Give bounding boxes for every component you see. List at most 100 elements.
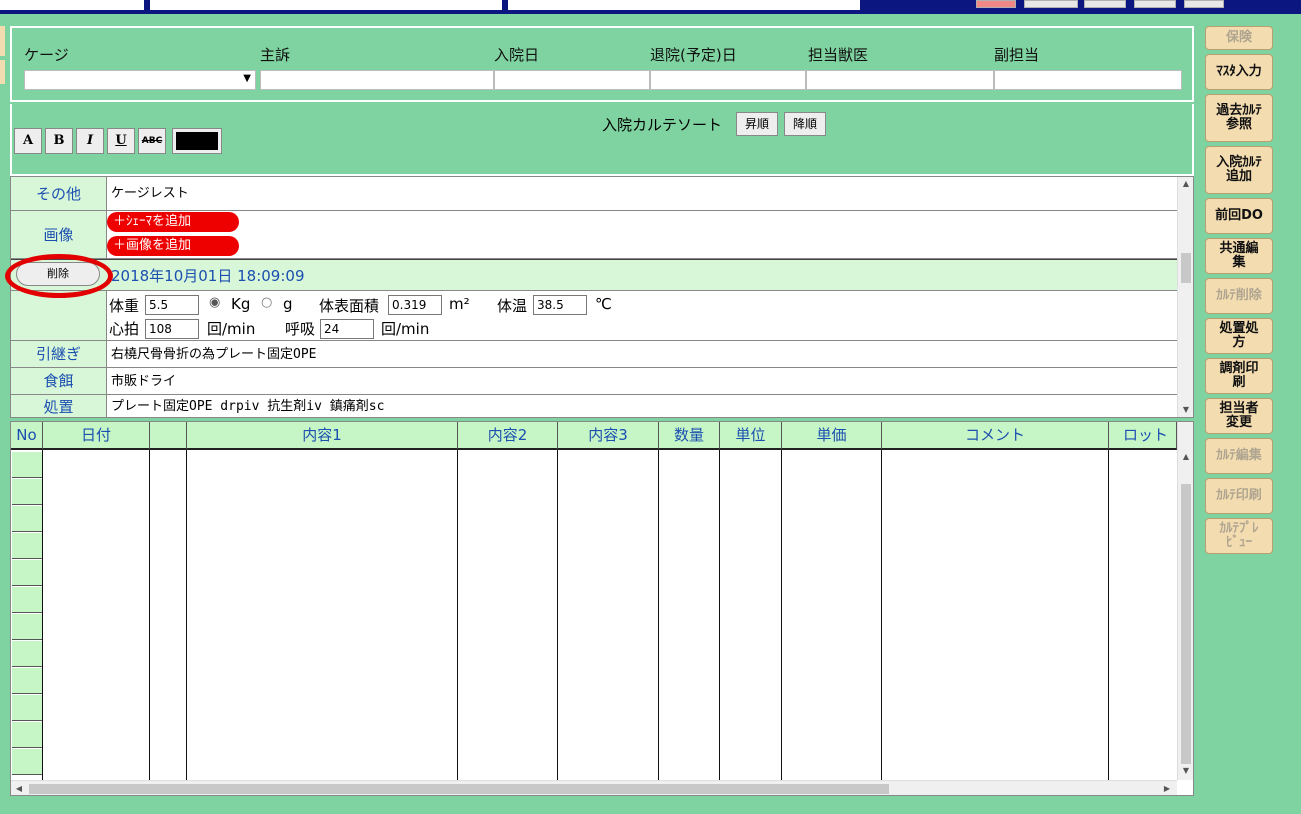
side-button-4[interactable]: 前回DO <box>1205 198 1273 234</box>
table-row-no-cell[interactable] <box>12 641 42 667</box>
top-field-3[interactable] <box>508 0 860 10</box>
add-schema-button[interactable]: ＋ｼｪｰﾏを追加 <box>107 212 239 232</box>
row-content-handover[interactable]: 右橈尺骨骨折の為プレート固定OPE <box>107 341 1177 368</box>
col-divider <box>149 450 150 780</box>
top-button-4[interactable] <box>1134 0 1176 8</box>
col-header-no: No <box>11 422 43 450</box>
discharge-date-field[interactable] <box>650 70 806 90</box>
scroll-right-arrow-icon[interactable]: ▶ <box>1161 784 1173 793</box>
table-hscrollbar[interactable]: ◀ ▶ <box>11 780 1177 795</box>
vitals-label-cell <box>11 291 107 341</box>
top-field-2[interactable] <box>150 0 502 10</box>
side-button-9[interactable]: 担当者変更 <box>1205 398 1273 434</box>
strikethrough-button[interactable]: ABC <box>138 128 166 154</box>
bold-button[interactable]: B <box>45 128 73 154</box>
side-button-2[interactable]: 過去ｶﾙﾃ参照 <box>1205 94 1273 142</box>
side-button-6[interactable]: ｶﾙﾃ削除 <box>1205 278 1273 314</box>
top-button-3[interactable] <box>1084 0 1126 8</box>
table-scrollbar[interactable]: ▲ ▼ <box>1177 422 1193 780</box>
col-header-blank <box>150 422 187 450</box>
karte-record-area[interactable]: その他 ケージレスト 画像 ＋ｼｪｰﾏを追加 ＋画像を追加 2018年10月01… <box>10 176 1194 418</box>
sub-vet-field[interactable] <box>994 70 1182 90</box>
table-row-no-cell[interactable] <box>12 479 42 505</box>
left-edge-tab[interactable] <box>0 26 5 56</box>
top-button-2[interactable] <box>1024 0 1078 8</box>
cage-select[interactable]: ▼ <box>24 70 256 90</box>
radio-kg[interactable]: ◉ <box>209 295 220 310</box>
resp-rate-label: 呼吸 <box>285 320 316 338</box>
table-scroll-down-arrow-icon[interactable]: ▼ <box>1178 766 1193 775</box>
unit-kg-label: Kg <box>231 295 251 313</box>
side-button-label: 入院ｶﾙﾃ追加 <box>1216 155 1262 184</box>
table-row-no-cell[interactable] <box>12 668 42 694</box>
scroll-left-arrow-icon[interactable]: ◀ <box>13 784 25 793</box>
left-edge-tab-2[interactable] <box>0 60 5 84</box>
side-button-label: ｶﾙﾃﾌﾟﾚﾋﾞｭｰ <box>1219 521 1259 550</box>
top-button-5[interactable] <box>1184 0 1224 8</box>
vet-field[interactable] <box>806 70 994 90</box>
table-scroll-thumb[interactable] <box>1181 484 1191 764</box>
table-row-no-cell[interactable] <box>12 749 42 775</box>
table-row-no-cell[interactable] <box>12 587 42 613</box>
table-scroll-up-arrow-icon[interactable]: ▲ <box>1178 452 1193 461</box>
scroll-up-arrow-icon[interactable]: ▲ <box>1178 179 1193 188</box>
side-button-5[interactable]: 共通編集 <box>1205 238 1273 274</box>
table-row-no-cell[interactable] <box>12 560 42 586</box>
heart-rate-input[interactable]: 108 <box>145 319 199 339</box>
side-button-3[interactable]: 入院ｶﾙﾃ追加 <box>1205 146 1273 194</box>
table-row-no-cell[interactable] <box>12 614 42 640</box>
table-row-no-cell[interactable] <box>12 722 42 748</box>
table-hscroll-thumb[interactable] <box>29 784 889 794</box>
scroll-down-arrow-icon[interactable]: ▼ <box>1178 405 1193 414</box>
row-content-treatment[interactable]: プレート固定OPE drpiv 抗生剤iv 鎮痛剤sc <box>107 395 1177 417</box>
weight-input[interactable]: 5.5 <box>145 295 199 315</box>
entry-datetime: 2018年10月01日 18:09:09 <box>111 267 305 285</box>
side-button-7[interactable]: 処置処方 <box>1205 318 1273 354</box>
treatment-table: No 日付 内容1 内容2 内容3 数量 単位 単価 コメント ロット ▲ ▼ … <box>10 421 1194 796</box>
admission-date-field[interactable] <box>494 70 650 90</box>
side-button-1[interactable]: ﾏｽﾀ入力 <box>1205 54 1273 90</box>
karte-scroll-thumb[interactable] <box>1181 253 1191 283</box>
side-button-0[interactable]: 保険 <box>1205 26 1273 50</box>
text-color-button[interactable] <box>172 128 222 154</box>
table-row-no-cell[interactable] <box>12 452 42 478</box>
side-button-12[interactable]: ｶﾙﾃﾌﾟﾚﾋﾞｭｰ <box>1205 518 1273 554</box>
top-field-1[interactable] <box>0 0 144 10</box>
sort-desc-button[interactable]: 降順 <box>784 112 826 136</box>
complaint-label: 主訴 <box>260 46 291 64</box>
complaint-field[interactable] <box>260 70 494 90</box>
table-row-no-cell[interactable] <box>12 695 42 721</box>
karte-scrollbar[interactable]: ▲ ▼ <box>1177 177 1193 417</box>
add-image-button[interactable]: ＋画像を追加 <box>107 236 239 256</box>
top-button-1[interactable] <box>976 0 1016 8</box>
underline-button[interactable]: U <box>107 128 135 154</box>
side-button-8[interactable]: 調剤印刷 <box>1205 358 1273 394</box>
italic-button[interactable]: I <box>76 128 104 154</box>
row-content-image <box>107 211 1177 259</box>
side-button-label: 担当者変更 <box>1219 401 1259 430</box>
bsa-label: 体表面積 <box>319 297 380 315</box>
col-divider <box>42 450 43 780</box>
col-divider <box>658 450 659 780</box>
sort-asc-button[interactable]: 昇順 <box>736 112 778 136</box>
resp-rate-input[interactable]: 24 <box>320 319 374 339</box>
side-button-11[interactable]: ｶﾙﾃ印刷 <box>1205 478 1273 514</box>
row-label-other: その他 <box>11 177 107 211</box>
side-button-label: ｶﾙﾃ削除 <box>1216 288 1262 303</box>
row-content-diet[interactable]: 市販ドライ <box>107 368 1177 395</box>
bsa-input[interactable]: 0.319 <box>388 295 442 315</box>
radio-g[interactable]: ○ <box>261 295 272 310</box>
col-header-quantity: 数量 <box>659 422 720 450</box>
row-content-other[interactable]: ケージレスト <box>107 177 1177 211</box>
sort-label: 入院カルテソート <box>602 116 723 134</box>
table-row-no-cell[interactable] <box>12 533 42 559</box>
side-button-10[interactable]: ｶﾙﾃ編集 <box>1205 438 1273 474</box>
editor-toolbar-panel: A B I U ABC 入院カルテソート 昇順 降順 <box>10 104 1194 176</box>
col-header-lot: ロット <box>1109 422 1177 450</box>
col-header-date: 日付 <box>43 422 150 450</box>
table-row-no-cell[interactable] <box>12 506 42 532</box>
col-header-comment: コメント <box>882 422 1109 450</box>
temp-input[interactable]: 38.5 <box>533 295 587 315</box>
vet-label: 担当獣医 <box>808 46 869 64</box>
font-button[interactable]: A <box>14 128 42 154</box>
